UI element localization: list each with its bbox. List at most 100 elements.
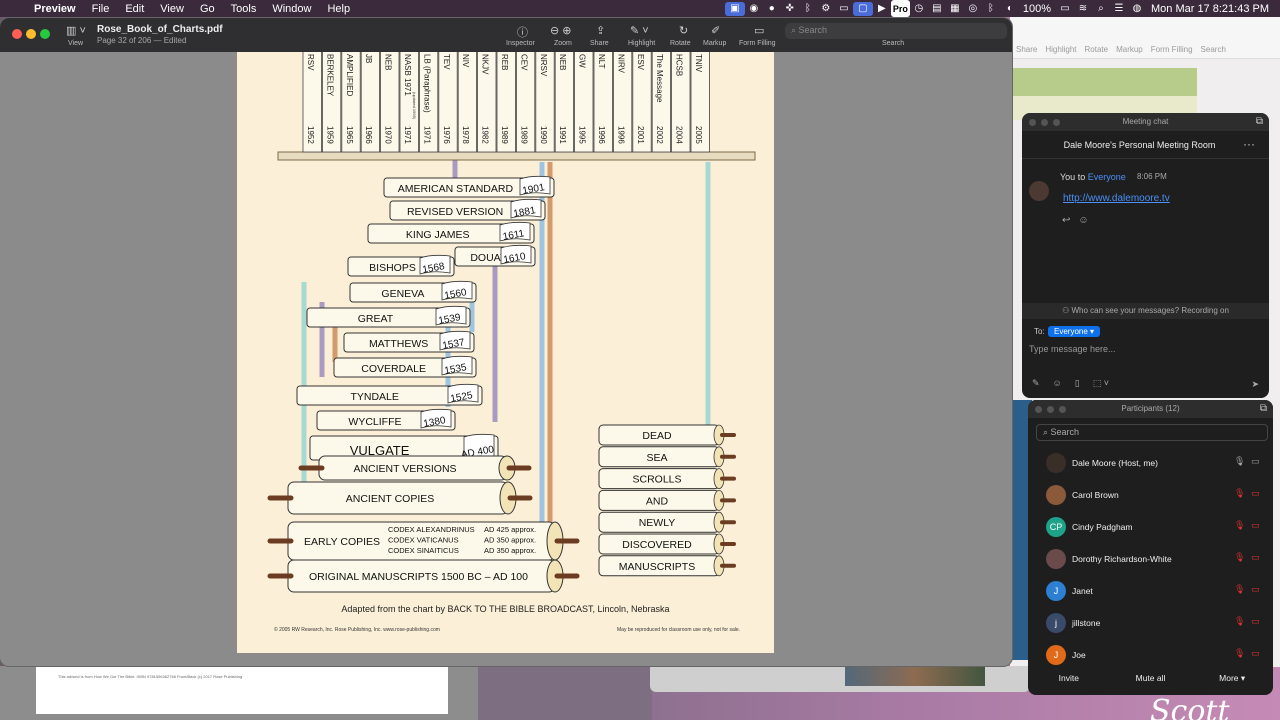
mic-muted-icon[interactable]: 🎙 <box>1234 488 1245 499</box>
search-field[interactable]: ⌕ Search <box>785 23 1007 39</box>
message-to[interactable]: Everyone <box>1088 172 1126 182</box>
bluetooth-icon[interactable]: ᛒ <box>982 0 1000 17</box>
bg-rotate-button[interactable]: Rotate <box>1085 45 1109 54</box>
close-window-button[interactable] <box>12 29 22 39</box>
mirror-icon[interactable]: ▢ <box>852 1 873 16</box>
control-center-icon[interactable]: ☰ <box>1110 0 1128 17</box>
bg-markup-button[interactable]: Markup <box>1116 45 1143 54</box>
form-filling-button[interactable]: Form Filling <box>739 40 776 47</box>
chat-visibility-notice[interactable]: ⚇ Who can see your messages? Recording o… <box>1022 303 1269 319</box>
bg-share-button[interactable]: Share <box>1016 45 1037 54</box>
mic-on-icon[interactable]: 🎙 <box>1234 456 1245 467</box>
menu-go[interactable]: Go <box>192 3 223 15</box>
chat-close-button[interactable] <box>1029 119 1036 126</box>
file-icon[interactable]: ▯ <box>1075 378 1080 389</box>
bg-search-button[interactable]: Search <box>1201 45 1226 54</box>
zoom-button[interactable]: Zoom <box>554 40 572 47</box>
send-icon[interactable]: ➤ <box>1251 379 1259 390</box>
wifi-icon[interactable]: ≋ <box>1074 0 1092 17</box>
bg-form-filling-button[interactable]: Form Filling <box>1151 45 1193 54</box>
participant-row[interactable]: Carol Brown 🎙 ▭ <box>1028 480 1273 512</box>
mic-muted-icon[interactable]: 🎙 <box>1234 584 1245 595</box>
chat-message-input[interactable]: Type message here... <box>1029 344 1116 354</box>
menu-help[interactable]: Help <box>319 3 358 15</box>
screenshot-icon[interactable]: ⬚ ˅ <box>1093 378 1109 389</box>
mic-muted-icon[interactable]: 🎙 <box>1234 648 1245 659</box>
participant-row[interactable]: Dorothy Richardson-White 🎙 ▭ <box>1028 544 1273 576</box>
zoom-out-icon[interactable]: ⊖ ⊕ <box>550 24 572 37</box>
video-off-icon[interactable]: ▭ <box>1251 552 1260 563</box>
video-off-icon[interactable]: ▭ <box>1251 520 1260 531</box>
menu-file[interactable]: File <box>84 3 118 15</box>
siri-icon[interactable]: ◍ <box>1128 0 1146 17</box>
clock-icon[interactable]: ◷ <box>910 0 928 17</box>
calendar-icon[interactable]: ▦ <box>946 0 964 17</box>
share-icon[interactable]: ⇪ <box>596 24 605 37</box>
recipient-dropdown[interactable]: Everyone ▾ <box>1048 326 1101 337</box>
chat-minimize-button[interactable] <box>1041 119 1048 126</box>
message-link[interactable]: http://www.dalemoore.tv <box>1063 193 1170 204</box>
participant-row[interactable]: J Joe 🎙 ▭ <box>1028 640 1273 672</box>
airdrop-icon[interactable]: ◎ <box>964 0 982 17</box>
participants-minimize-button[interactable] <box>1047 406 1054 413</box>
participants-close-button[interactable] <box>1035 406 1042 413</box>
invite-button[interactable]: Invite <box>1028 673 1110 684</box>
markup-button[interactable]: Markup <box>703 40 726 47</box>
participant-row[interactable]: J Janet 🎙 ▭ <box>1028 576 1273 608</box>
document-title[interactable]: Rose_Book_of_Charts.pdf <box>97 24 223 35</box>
inspector-icon[interactable]: ⓘ <box>517 24 528 40</box>
minimize-window-button[interactable] <box>26 29 36 39</box>
participant-row[interactable]: CP Cindy Padgham 🎙 ▭ <box>1028 512 1273 544</box>
spotlight-icon[interactable]: ⌕ <box>1092 0 1110 17</box>
highlight-button[interactable]: Highlight <box>628 40 655 47</box>
participants-search-input[interactable]: ⌕ Search <box>1036 424 1268 441</box>
sidebar-icon[interactable]: ▥ ˅ <box>66 24 86 37</box>
battery-icon[interactable]: ▭ <box>1056 0 1074 17</box>
more-button[interactable]: More ▾ <box>1191 673 1273 684</box>
add-reaction-icon[interactable]: ☺ <box>1078 215 1088 226</box>
menu-view[interactable]: View <box>152 3 192 15</box>
bluetooth-alt-icon[interactable]: ᛒ <box>799 0 817 17</box>
video-off-icon[interactable]: ▭ <box>1251 456 1260 467</box>
battery-tray-icon[interactable]: ▤ <box>928 0 946 17</box>
menu-edit[interactable]: Edit <box>117 3 152 15</box>
zoom-icon[interactable]: ◉ <box>745 0 763 17</box>
menu-preview[interactable]: Preview <box>26 3 84 15</box>
video-off-icon[interactable]: ▭ <box>1251 584 1260 595</box>
display-icon[interactable]: ▭ <box>835 0 853 17</box>
pro-badge-icon[interactable]: Pro <box>890 0 910 17</box>
mic-muted-icon[interactable]: 🎙 <box>1234 616 1245 627</box>
reply-icon[interactable]: ↩ <box>1062 215 1070 226</box>
more-options-icon[interactable]: ··· <box>1243 137 1255 151</box>
gear-icon[interactable]: ⚙ <box>817 0 835 17</box>
volume-icon[interactable]: ◖ <box>1000 0 1018 17</box>
pop-out-icon[interactable]: ⧉ <box>1256 116 1263 127</box>
participant-row[interactable]: Dale Moore (Host, me) 🎙 ▭ <box>1028 448 1273 480</box>
video-off-icon[interactable]: ▭ <box>1251 488 1260 499</box>
participants-pop-out-icon[interactable]: ⧉ <box>1260 403 1267 414</box>
record-dot-icon[interactable]: ● <box>763 0 781 17</box>
menu-window[interactable]: Window <box>264 3 319 15</box>
bg-highlight-button[interactable]: Highlight <box>1045 45 1076 54</box>
video-off-icon[interactable]: ▭ <box>1251 648 1260 659</box>
format-icon[interactable]: ✎ <box>1032 378 1040 389</box>
markup-icon[interactable]: ✐ <box>711 24 720 37</box>
mic-muted-icon[interactable]: 🎙 <box>1234 520 1245 531</box>
emoji-icon[interactable]: ☺ <box>1053 378 1062 389</box>
participants-zoom-button[interactable] <box>1059 406 1066 413</box>
chat-zoom-button[interactable] <box>1053 119 1060 126</box>
menu-tools[interactable]: Tools <box>223 3 265 15</box>
battery-percent[interactable]: 100% <box>1018 3 1056 15</box>
mic-muted-icon[interactable]: 🎙 <box>1234 552 1245 563</box>
zoom-window-button[interactable] <box>40 29 50 39</box>
participant-row[interactable]: j jillstone 🎙 ▭ <box>1028 608 1273 640</box>
video-off-icon[interactable]: ▭ <box>1251 616 1260 627</box>
rotate-icon[interactable]: ↻ <box>679 24 688 37</box>
rotate-button[interactable]: Rotate <box>670 40 691 47</box>
puzzle-icon[interactable]: ✜ <box>781 0 799 17</box>
highlight-icon[interactable]: ✎ ˅ <box>630 24 649 37</box>
mute-all-button[interactable]: Mute all <box>1110 673 1192 684</box>
inspector-button[interactable]: Inspector <box>506 40 535 47</box>
clock[interactable]: Mon Mar 17 8:21:43 PM <box>1146 3 1274 15</box>
share-button[interactable]: Share <box>590 40 609 47</box>
